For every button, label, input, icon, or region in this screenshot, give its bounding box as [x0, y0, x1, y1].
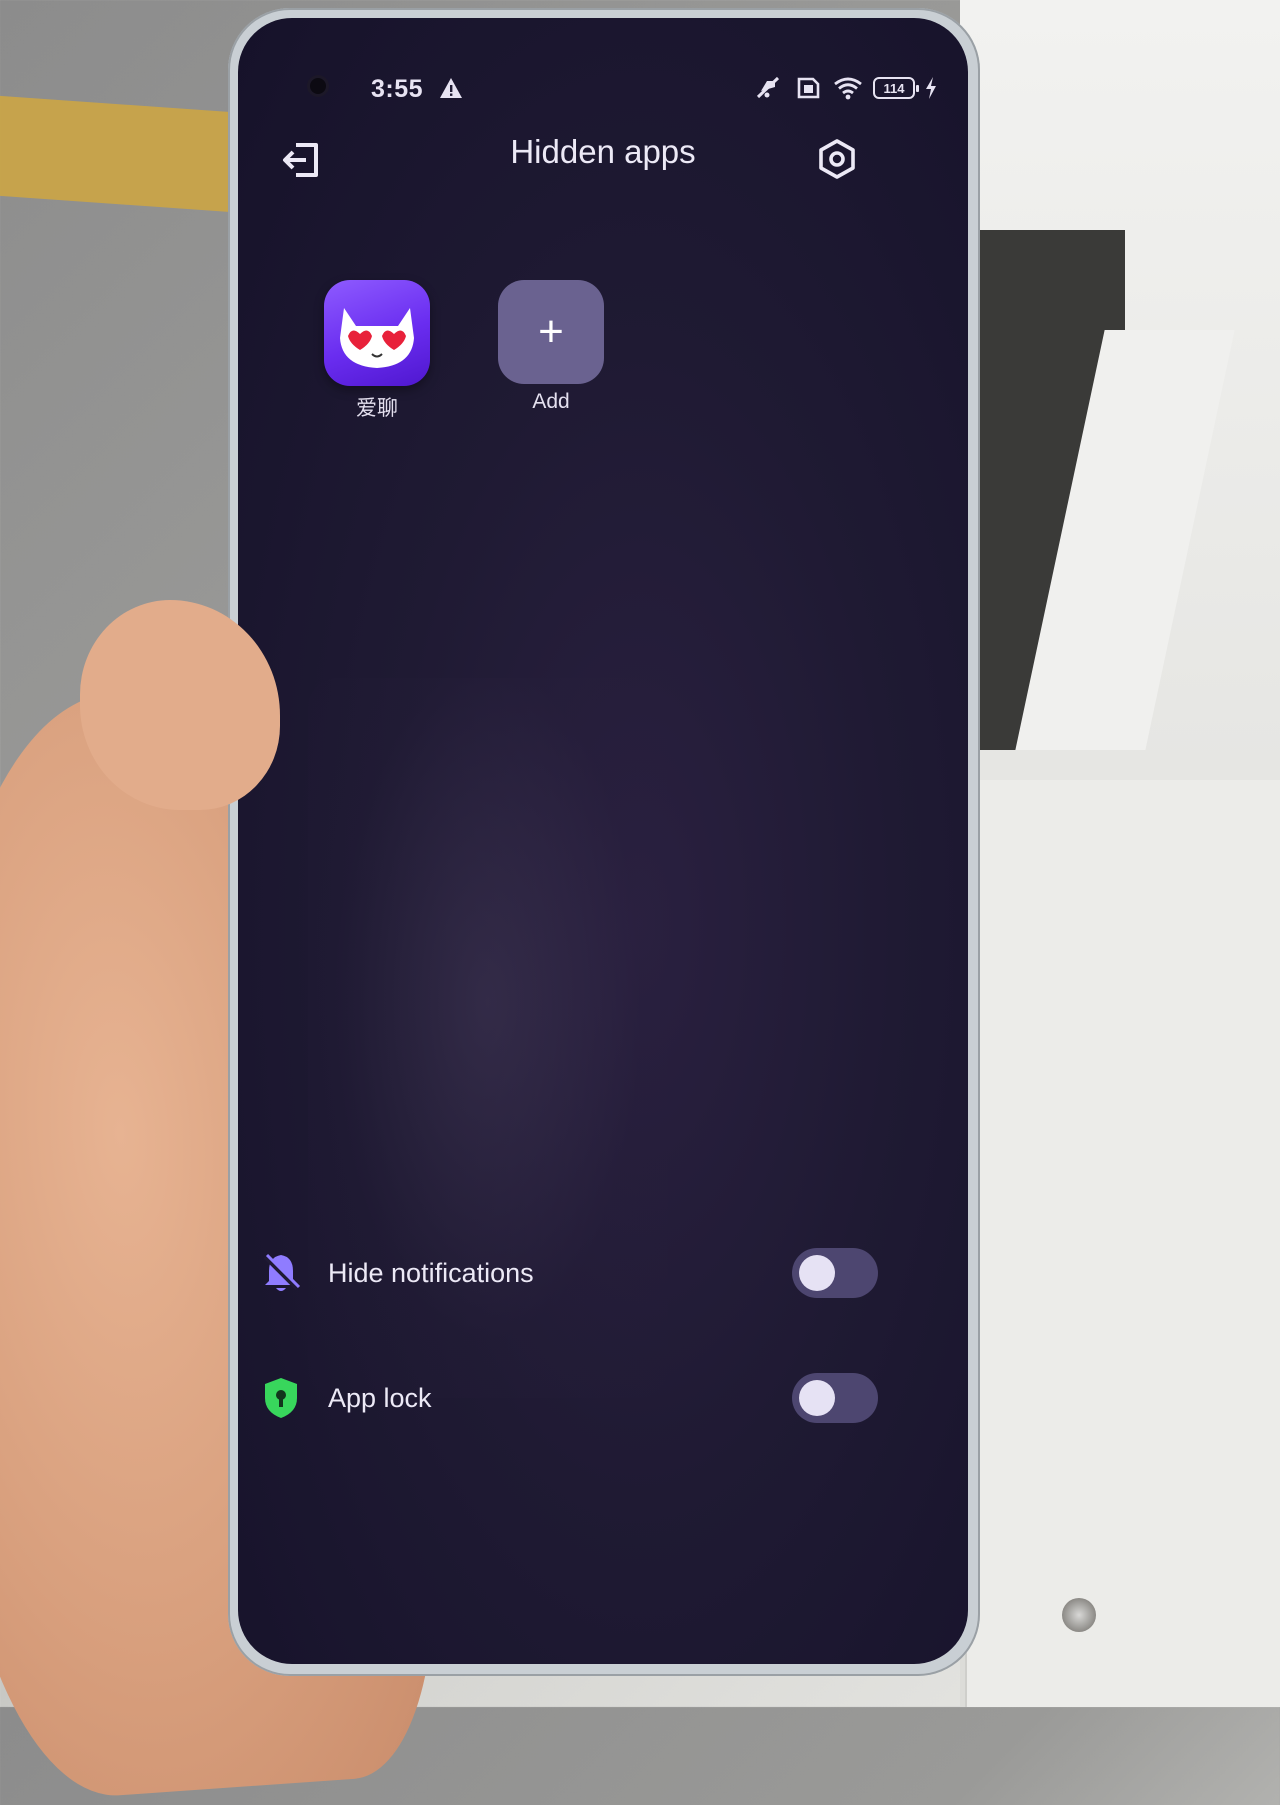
battery-level: 114	[883, 80, 905, 96]
shield-lock-icon	[258, 1375, 304, 1421]
hide-notifications-toggle[interactable]	[792, 1248, 878, 1298]
sim-icon	[797, 77, 820, 99]
hide-notifications-row[interactable]: Hide notifications	[258, 1238, 878, 1308]
wifi-icon	[834, 77, 862, 100]
warning-triangle-icon	[440, 78, 462, 98]
settings-button[interactable]	[814, 136, 860, 182]
cat-heart-eyes-app-icon	[324, 280, 430, 386]
app-label: 爱聊	[356, 397, 398, 420]
toggle-knob	[799, 1380, 835, 1416]
cabinet	[965, 780, 1280, 1707]
battery-indicator: 114	[873, 77, 919, 99]
hidden-app-aiiao[interactable]: 爱聊	[302, 280, 452, 422]
add-app-button[interactable]: + Add	[476, 280, 626, 414]
settings-hex-icon	[819, 139, 855, 179]
phone-screen: 3:55 114 Hidden apps 爱聊 + Add Hide notif…	[238, 18, 968, 1664]
hide-notifications-label: Hide notifications	[328, 1257, 534, 1288]
cabinet-lock	[1062, 1598, 1096, 1632]
floor-stripe	[0, 95, 260, 215]
toggle-knob	[799, 1255, 835, 1291]
mute-icon	[756, 76, 780, 99]
app-lock-row[interactable]: App lock	[258, 1363, 878, 1433]
bell-off-icon	[258, 1250, 304, 1296]
charging-bolt-icon	[926, 77, 936, 99]
plus-icon: +	[498, 280, 604, 384]
exit-button[interactable]	[280, 138, 324, 182]
status-icons: 114	[753, 73, 937, 103]
app-lock-label: App lock	[328, 1382, 432, 1413]
page-title: Hidden apps	[510, 133, 696, 170]
exit-icon	[283, 143, 318, 177]
app-lock-toggle[interactable]	[792, 1373, 878, 1423]
front-camera	[310, 78, 326, 94]
add-label: Add	[532, 390, 570, 413]
status-time: 3:55	[371, 75, 424, 103]
plus-symbol: +	[538, 307, 564, 356]
